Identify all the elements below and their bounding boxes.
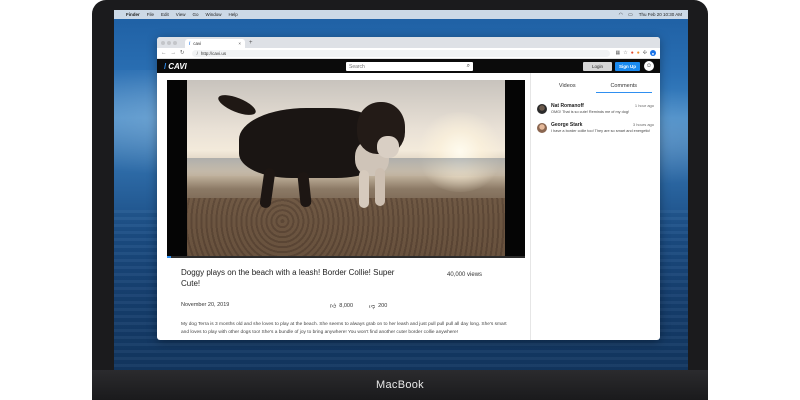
device-brand: MacBook xyxy=(376,379,424,391)
login-button[interactable]: Login xyxy=(583,62,612,71)
translate-icon[interactable]: ▦ xyxy=(616,50,621,56)
video-description: My dog Terra is 3 months old and she lov… xyxy=(181,322,507,335)
battery-icon[interactable]: ▭ xyxy=(628,12,633,18)
thumbs-down-icon: 👎︎ xyxy=(369,304,376,310)
minimize-window-icon[interactable] xyxy=(167,40,171,45)
logo-slash-icon: / xyxy=(164,61,167,71)
video-sun xyxy=(415,112,505,192)
menu-edit[interactable]: Edit xyxy=(161,12,169,17)
video-title: Doggy plays on the beach with a leash! B… xyxy=(181,268,395,288)
maximize-window-icon[interactable] xyxy=(173,40,177,45)
address-bar[interactable]: / http://cavi.us xyxy=(191,49,610,57)
menu-window[interactable]: Window xyxy=(206,12,222,17)
search-icon[interactable]: ⌕ xyxy=(467,63,470,70)
dog-snout xyxy=(377,136,399,158)
comment-time: 1 hour ago xyxy=(634,103,654,108)
search-box: ⌕ xyxy=(346,62,473,71)
forward-arrow-icon[interactable]: → xyxy=(171,50,177,56)
commenter-avatar[interactable] xyxy=(537,104,547,114)
comment-text: OMG! That is so cute! Reminds me of my d… xyxy=(551,110,630,114)
menu-help[interactable]: Help xyxy=(229,12,238,17)
logo-text: CAVI xyxy=(168,61,187,71)
wifi-icon[interactable]: ◠ xyxy=(619,12,623,18)
close-window-icon[interactable] xyxy=(161,40,165,45)
dislike-count: 200 xyxy=(378,303,388,309)
sidebar: Videos Comments Nat Romanoff 1 hour ago … xyxy=(530,73,660,340)
browser-tabbar: / cavi × + xyxy=(157,37,660,48)
menu-finder[interactable]: Finder xyxy=(126,12,140,17)
video-progress-track[interactable] xyxy=(167,256,525,258)
menubar-clock[interactable]: Thu Feb 20 10:30 AM xyxy=(639,12,682,17)
profile-avatar-icon[interactable]: ● xyxy=(650,50,656,56)
menu-view[interactable]: View xyxy=(176,12,186,17)
cavi-favicon-icon: / xyxy=(189,41,191,46)
thumbs-up-icon: 👍︎ xyxy=(330,304,337,310)
address-url: http://cavi.us xyxy=(200,50,227,56)
video-frame[interactable] xyxy=(187,80,505,256)
browser-tab-title: cavi xyxy=(193,41,202,46)
dog-tail xyxy=(215,91,259,119)
laptop-bottom-bezel: MacBook xyxy=(92,370,708,400)
signup-button[interactable]: Sign Up xyxy=(615,62,640,71)
bookmark-star-icon[interactable]: ☆ xyxy=(623,50,627,56)
close-tab-icon[interactable]: × xyxy=(238,41,241,46)
menu-file[interactable]: File xyxy=(147,12,154,17)
extension-red-icon[interactable]: ● xyxy=(631,50,634,56)
cavi-logo[interactable]: / CAVI xyxy=(164,62,187,71)
browser-window: / cavi × + ← → ↻ / http://cavi.us ▦ ☆ ● … xyxy=(157,37,660,340)
comment-time: 3 hours ago xyxy=(632,121,654,127)
comment-item: Nat Romanoff 1 hour ago OMG! That is so … xyxy=(537,103,654,116)
site-info-icon[interactable]: / xyxy=(197,51,198,56)
window-controls xyxy=(161,37,179,48)
comment-text: I have a border collie too! They are so … xyxy=(551,128,651,133)
back-arrow-icon[interactable]: ← xyxy=(161,50,167,56)
video-progress-fill[interactable] xyxy=(167,256,171,258)
tab-comments[interactable]: Comments xyxy=(595,79,652,93)
like-count: 8,000 xyxy=(339,303,354,309)
reload-icon[interactable]: ↻ xyxy=(180,50,185,56)
commenter-name[interactable]: George Stark xyxy=(551,122,582,128)
dislike-button[interactable]: 👎︎ 200 xyxy=(369,302,387,310)
commenter-name[interactable]: Nat Romanoff xyxy=(551,103,584,109)
video-sand xyxy=(187,198,505,256)
browser-tab[interactable]: / cavi × xyxy=(185,39,245,48)
browser-toolbar: ← → ↻ / http://cavi.us ▦ ☆ ● ● ✣ ● xyxy=(157,48,660,59)
extension-puzzle-icon[interactable]: ✣ xyxy=(643,50,647,56)
comment-list: Nat Romanoff 1 hour ago OMG! That is so … xyxy=(531,103,660,134)
extension-orange-icon[interactable]: ● xyxy=(637,50,640,56)
menu-go[interactable]: Go xyxy=(192,12,198,17)
new-tab-icon[interactable]: + xyxy=(249,39,253,48)
sidebar-tabs: Videos Comments xyxy=(539,79,652,93)
desktop-screen: Finder File Edit View Go Window Help ◠ ▭… xyxy=(114,10,688,370)
dog-leg xyxy=(375,168,385,206)
search-input[interactable] xyxy=(349,63,467,70)
comment-item: George Stark 3 hours ago I have a border… xyxy=(537,122,654,135)
video-player[interactable] xyxy=(167,80,525,258)
site-header: / CAVI ⌕ Login Sign Up ☺ xyxy=(157,59,660,73)
browser-extension-icons: ▦ ☆ ● ● ✣ ● xyxy=(613,50,656,56)
dog-leg xyxy=(359,170,369,208)
tab-videos[interactable]: Videos xyxy=(539,79,596,93)
macos-menubar: Finder File Edit View Go Window Help ◠ ▭… xyxy=(114,10,688,19)
video-date: November 20, 2019 xyxy=(181,302,230,308)
video-views: 40,000 views xyxy=(447,272,483,278)
commenter-avatar[interactable] xyxy=(537,122,547,133)
main-content: Doggy plays on the beach with a leash! B… xyxy=(157,73,660,340)
user-avatar-icon[interactable]: ☺ xyxy=(644,61,654,71)
like-button[interactable]: 👍︎ 8,000 xyxy=(330,302,353,310)
